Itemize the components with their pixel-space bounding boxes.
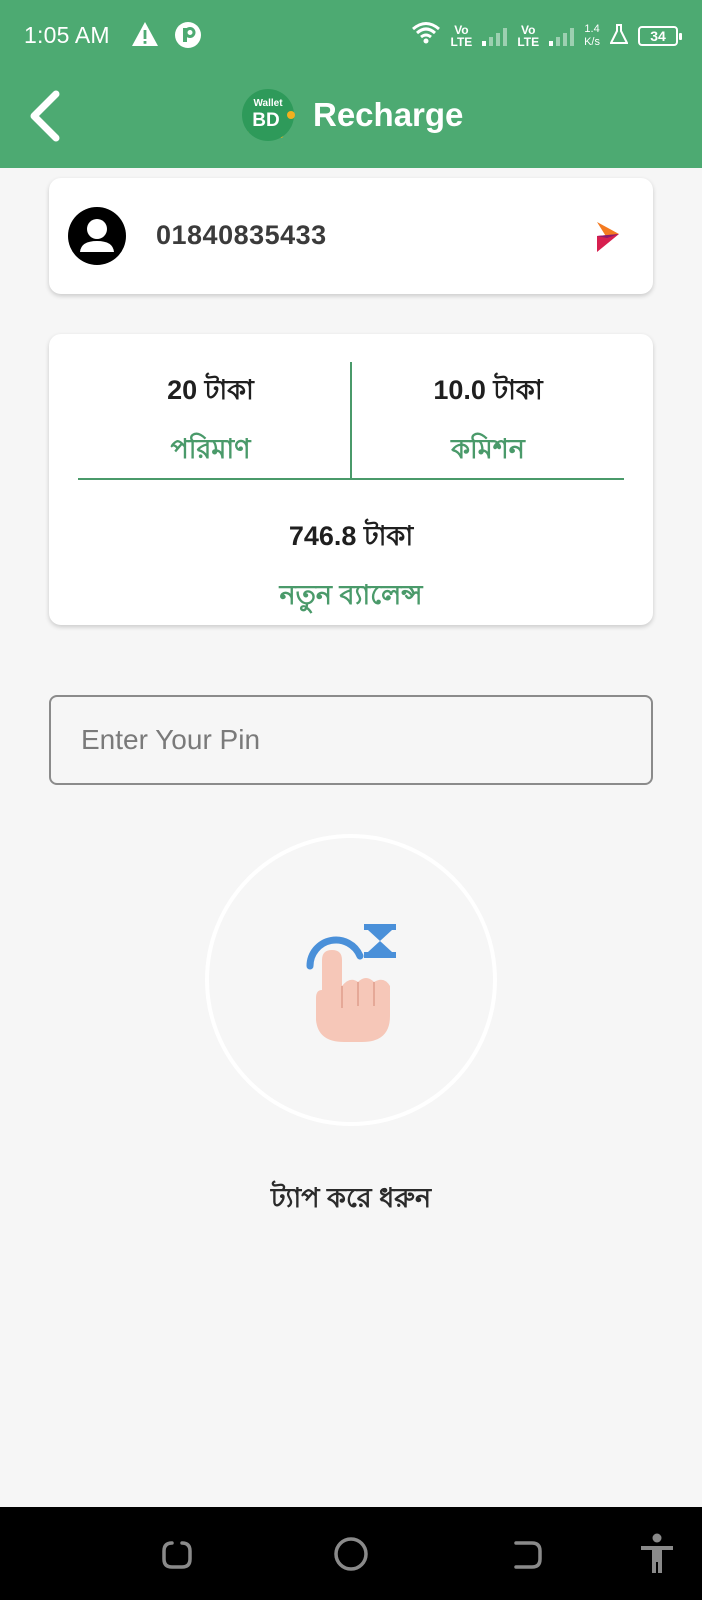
commission-cell: 10.0 টাকা কমিশন (352, 370, 624, 474)
summary-card: 20 টাকা পরিমাণ 10.0 টাকা কমিশন 746.8 টাক… (49, 334, 653, 625)
balance-label: নতুন ব্যালেন্স (279, 580, 423, 610)
tap-hold-hand-icon (304, 916, 414, 1046)
app-header: 1:05 AM Vo LTE Vo LTE 1.4 K/s 34 Wallet … (0, 0, 702, 168)
accessibility-button[interactable] (632, 1529, 682, 1579)
volte-bottom-1: LTE (450, 35, 473, 49)
status-icons: Vo LTE Vo LTE 1.4 K/s 34 (411, 18, 682, 54)
logo-big-text: BD (252, 110, 279, 131)
recent-apps-button[interactable] (152, 1529, 202, 1579)
amount-label: পরিমাণ (170, 434, 251, 464)
warning-icon (131, 21, 159, 53)
commission-value: 10.0 টাকা (433, 375, 543, 405)
volte-indicator-2: Vo LTE (517, 24, 539, 48)
recipient-number: 01840835433 (156, 220, 327, 250)
back-nav-button[interactable] (502, 1529, 552, 1579)
back-nav-icon (514, 1541, 542, 1569)
flask-icon (609, 23, 629, 50)
wifi-icon (411, 21, 441, 51)
page-title: Recharge (313, 96, 464, 133)
balance-value: 746.8 টাকা (288, 521, 414, 551)
signal-icon-1 (482, 26, 508, 46)
network-speed: 1.4 K/s (584, 23, 600, 49)
signal-icon-2 (549, 26, 575, 46)
avatar-icon (67, 206, 127, 266)
robi-operator-icon (595, 220, 623, 254)
battery-indicator: 34 (638, 26, 682, 46)
commission-label: কমিশন (451, 434, 525, 464)
speed-unit: K/s (584, 36, 600, 48)
app-notification-icon (174, 21, 202, 55)
status-bar: 1:05 AM Vo LTE Vo LTE 1.4 K/s 34 (0, 0, 702, 72)
status-time: 1:05 AM (24, 22, 110, 48)
amount-value: 20 টাকা (167, 375, 254, 405)
back-button[interactable] (20, 86, 80, 146)
horizontal-divider (78, 478, 624, 480)
amount-cell: 20 টাকা পরিমাণ (78, 370, 343, 474)
home-button[interactable] (326, 1529, 376, 1579)
logo-small-text: Wallet (253, 98, 283, 109)
pin-input[interactable] (49, 695, 653, 785)
wallet-bd-logo: Wallet BD (238, 88, 302, 148)
volte-indicator-1: Vo LTE (451, 24, 473, 48)
balance-cell: 746.8 টাকা নতুন ব্যালেন্স (78, 516, 624, 620)
app-bar: Wallet BD Recharge (0, 72, 702, 168)
chevron-left-icon (30, 90, 60, 142)
tap-hold-label: ট্যাপ করে ধরুন (270, 1183, 432, 1213)
volte-bottom-2: LTE (517, 35, 540, 49)
speed-value: 1.4 (584, 23, 600, 35)
recipient-card: 01840835433 (49, 178, 653, 294)
system-nav-bar (0, 1507, 702, 1600)
accessibility-icon (641, 1533, 673, 1573)
home-circle-icon (334, 1537, 368, 1571)
tap-hold-button[interactable] (205, 834, 497, 1126)
recent-apps-icon (162, 1541, 192, 1569)
